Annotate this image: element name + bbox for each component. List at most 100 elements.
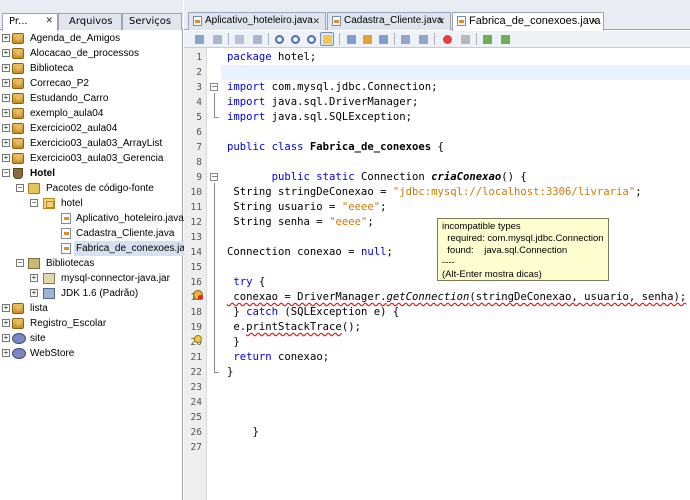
- collapse-toggle[interactable]: −: [30, 199, 38, 207]
- code-line-17-error: conexao = DriverManager.getConnection(st…: [227, 291, 686, 303]
- expand-toggle[interactable]: +: [2, 94, 10, 102]
- tab-files[interactable]: Arquivos: [58, 13, 122, 30]
- tree-item-hotel-project[interactable]: − Hotel: [0, 166, 183, 181]
- tree-item[interactable]: Aplicativo_hoteleiro.java: [0, 211, 184, 226]
- tree-item[interactable]: − Bibliotecas: [0, 256, 183, 271]
- history-dropdown-icon[interactable]: [232, 32, 246, 46]
- forward-icon[interactable]: [250, 32, 264, 46]
- tab-services[interactable]: Serviços: [122, 13, 182, 30]
- tree-item[interactable]: Cadastra_Cliente.java: [0, 226, 183, 241]
- next-bookmark-icon[interactable]: [360, 32, 374, 46]
- project-icon: [12, 153, 24, 164]
- project-icon: [12, 303, 24, 314]
- comment-icon[interactable]: [480, 32, 494, 46]
- code-line-5: import java.sql.SQLException;: [227, 111, 412, 123]
- line-number: 12: [190, 217, 202, 228]
- tree-item[interactable]: + Estudando_Carro: [0, 91, 183, 106]
- fold-toggle-icon[interactable]: −: [210, 83, 218, 91]
- tree-item[interactable]: + Correcao_P2: [0, 76, 183, 91]
- keyword: catch: [246, 306, 279, 318]
- tree-item[interactable]: + JDK 1.6 (Padrão): [0, 286, 183, 301]
- start-macro-icon[interactable]: [440, 32, 454, 46]
- expand-toggle[interactable]: +: [2, 34, 10, 42]
- method-name: getConnection: [386, 291, 470, 303]
- left-panel-tabbar: Pr... ✕ Arquivos Serviços: [0, 0, 183, 31]
- code-line-21: return conexao;: [227, 351, 329, 363]
- previous-bookmark-icon[interactable]: [344, 32, 358, 46]
- last-edit-icon[interactable]: [192, 32, 206, 46]
- tree-item[interactable]: + exemplo_aula04: [0, 106, 183, 121]
- error-hint-icon[interactable]: [193, 290, 203, 300]
- method-name: criaConexao: [431, 171, 502, 183]
- tree-item[interactable]: + Biblioteca: [0, 61, 183, 76]
- expand-toggle[interactable]: +: [2, 304, 10, 312]
- find-previous-icon[interactable]: [272, 32, 286, 46]
- expand-toggle[interactable]: +: [2, 319, 10, 327]
- lightbulb-icon[interactable]: [194, 335, 202, 343]
- collapse-toggle[interactable]: −: [16, 259, 24, 267]
- back-icon[interactable]: [210, 32, 224, 46]
- expand-toggle[interactable]: +: [2, 124, 10, 132]
- uncomment-icon[interactable]: [498, 32, 512, 46]
- tree-item[interactable]: + mysql-connector-java.jar: [0, 271, 183, 286]
- code-line-14: Connection conexao = null;: [227, 246, 393, 258]
- java-file-icon: [457, 16, 466, 26]
- fold-toggle-icon[interactable]: −: [210, 173, 218, 181]
- keyword: null: [360, 246, 387, 258]
- line-number: 26: [190, 427, 202, 438]
- tree-item[interactable]: − Pacotes de código-fonte: [0, 181, 183, 196]
- tree-item[interactable]: + Exercicio02_aula04: [0, 121, 183, 136]
- close-icon[interactable]: ✕: [437, 13, 445, 29]
- tree-item[interactable]: + Exercicio03_aula03_Gerencia: [0, 151, 183, 166]
- toggle-highlight-icon[interactable]: [320, 32, 334, 46]
- expand-toggle[interactable]: +: [2, 154, 10, 162]
- close-icon[interactable]: ✕: [312, 13, 320, 29]
- tree-item[interactable]: + Agenda_de_Amigos: [0, 31, 183, 46]
- expand-toggle[interactable]: +: [30, 274, 38, 282]
- tree-item[interactable]: + Alocacao_de_processos: [0, 46, 183, 61]
- expand-toggle[interactable]: +: [2, 64, 10, 72]
- find-selection-icon[interactable]: [304, 32, 318, 46]
- stop-macro-icon[interactable]: [458, 32, 472, 46]
- shift-right-icon[interactable]: [416, 32, 430, 46]
- tab-cadastra-cliente[interactable]: Cadastra_Cliente.java ✕: [327, 12, 451, 30]
- code-text: {: [431, 141, 444, 153]
- tree-item[interactable]: + WebStore: [0, 346, 183, 361]
- tab-aplicativo-hoteleiro[interactable]: Aplicativo_hoteleiro.java ✕: [188, 12, 326, 30]
- tree-item[interactable]: + Registro_Escolar: [0, 316, 183, 331]
- line-number: 14: [190, 247, 202, 258]
- expand-toggle[interactable]: +: [2, 49, 10, 57]
- tree-item[interactable]: + site: [0, 331, 183, 346]
- code-text: (stringDeConexao, usuario, senha);: [469, 291, 687, 303]
- expand-toggle[interactable]: +: [2, 334, 10, 342]
- toggle-bookmark-icon[interactable]: [376, 32, 390, 46]
- close-icon[interactable]: ✕: [590, 13, 598, 29]
- shift-left-icon[interactable]: [398, 32, 412, 46]
- code-line-12: String senha = "eeee";: [227, 216, 373, 228]
- line-number: 22: [190, 367, 202, 378]
- toolbar-separator: [476, 33, 477, 45]
- close-icon[interactable]: ✕: [45, 14, 53, 29]
- keyword: import: [227, 81, 266, 93]
- php-project-icon: [12, 333, 26, 344]
- editor-tab-label: Aplicativo_hoteleiro.java: [205, 15, 313, 26]
- tree-item-selected[interactable]: Fabrica_de_conexoes.java: [0, 241, 198, 256]
- code-text: hotel;: [271, 51, 317, 63]
- tree-item-label: hotel: [61, 198, 83, 209]
- expand-toggle[interactable]: +: [30, 289, 38, 297]
- tab-projects[interactable]: Pr... ✕: [2, 13, 58, 31]
- collapse-toggle[interactable]: −: [2, 169, 10, 177]
- tree-item[interactable]: − hotel: [0, 196, 183, 211]
- expand-toggle[interactable]: +: [2, 349, 10, 357]
- string-literal: "eeee": [329, 216, 368, 228]
- collapse-toggle[interactable]: −: [16, 184, 24, 192]
- expand-toggle[interactable]: +: [2, 139, 10, 147]
- expand-toggle[interactable]: +: [2, 109, 10, 117]
- expand-toggle[interactable]: +: [2, 79, 10, 87]
- code-line-10: String stringDeConexao = "jdbc:mysql://l…: [227, 186, 641, 198]
- tree-item[interactable]: + lista: [0, 301, 183, 316]
- tab-fabrica-de-conexoes[interactable]: Fabrica_de_conexoes.java ✕: [452, 12, 604, 31]
- find-next-icon[interactable]: [288, 32, 302, 46]
- tree-item[interactable]: + Exercicio03_aula03_ArrayList: [0, 136, 183, 151]
